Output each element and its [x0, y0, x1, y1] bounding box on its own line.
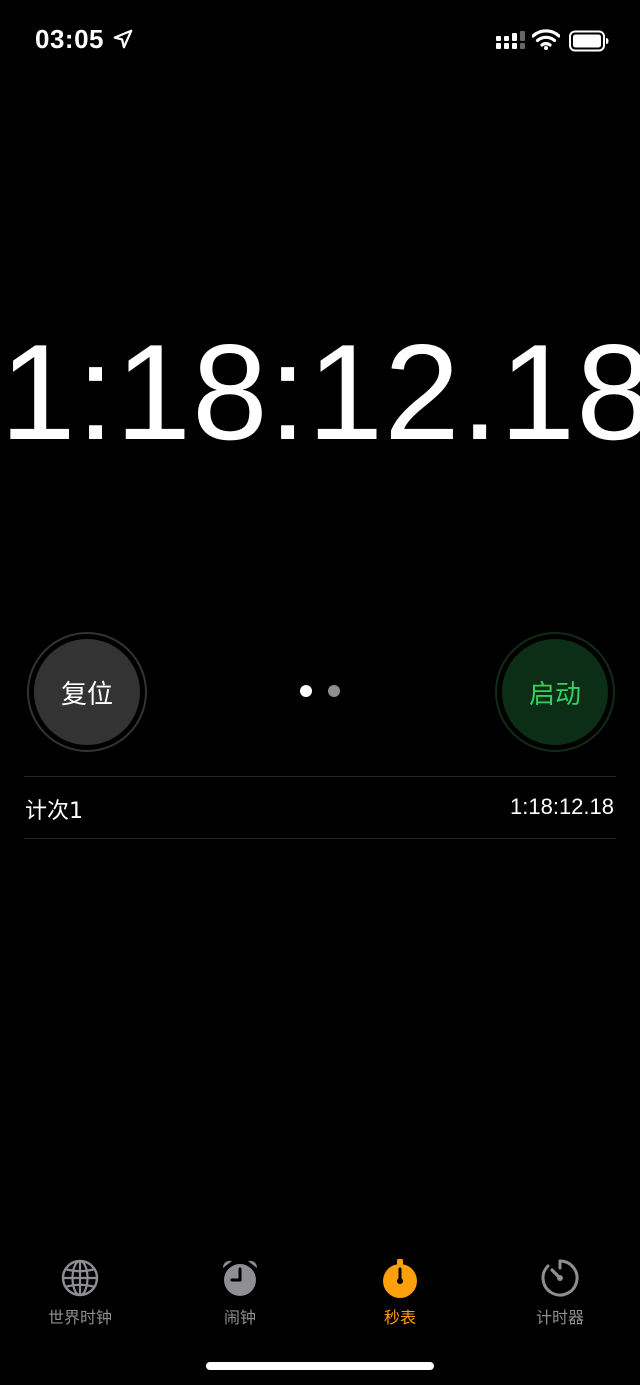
stopwatch-icon — [383, 1259, 417, 1298]
start-button[interactable]: 启动 — [495, 632, 615, 752]
tab-world-clock-label: 世界时钟 — [47, 1308, 112, 1327]
stopwatch-time-display: 1:18:12.18 — [0, 316, 640, 468]
reset-button-label: 复位 — [34, 639, 140, 745]
status-time: 03:05 — [35, 24, 104, 54]
globe-icon — [61, 1259, 99, 1297]
timer-icon — [541, 1259, 579, 1297]
tab-bar: 世界时钟 闹钟 秒表 计时器 — [0, 1250, 640, 1340]
tab-timer[interactable]: 计时器 — [480, 1250, 640, 1340]
lap-label: 计次1 — [25, 799, 83, 824]
lap-row: 计次1 1:18:12.18 — [24, 777, 616, 837]
home-indicator[interactable] — [206, 1362, 434, 1370]
tab-timer-label: 计时器 — [535, 1308, 584, 1327]
page-indicator[interactable] — [298, 685, 344, 697]
page-dot-active — [300, 685, 312, 697]
lap-time: 1:18:12.18 — [510, 794, 614, 819]
wifi-icon — [532, 29, 560, 50]
tab-world-clock[interactable]: 世界时钟 — [0, 1250, 160, 1340]
page-dot-inactive — [328, 685, 340, 697]
tab-stopwatch-label: 秒表 — [383, 1308, 416, 1327]
alarm-clock-icon — [222, 1260, 258, 1296]
battery-icon — [569, 30, 609, 52]
start-button-label: 启动 — [502, 639, 608, 745]
tab-alarm[interactable]: 闹钟 — [160, 1250, 320, 1340]
tab-stopwatch[interactable]: 秒表 — [320, 1250, 480, 1340]
status-bar: 03:05 — [0, 0, 640, 80]
lap-list-divider-bottom — [24, 838, 616, 839]
tab-alarm-label: 闹钟 — [223, 1308, 256, 1327]
reset-button[interactable]: 复位 — [27, 632, 147, 752]
cellular-signal-icon — [496, 31, 525, 49]
location-arrow-icon — [113, 29, 133, 49]
